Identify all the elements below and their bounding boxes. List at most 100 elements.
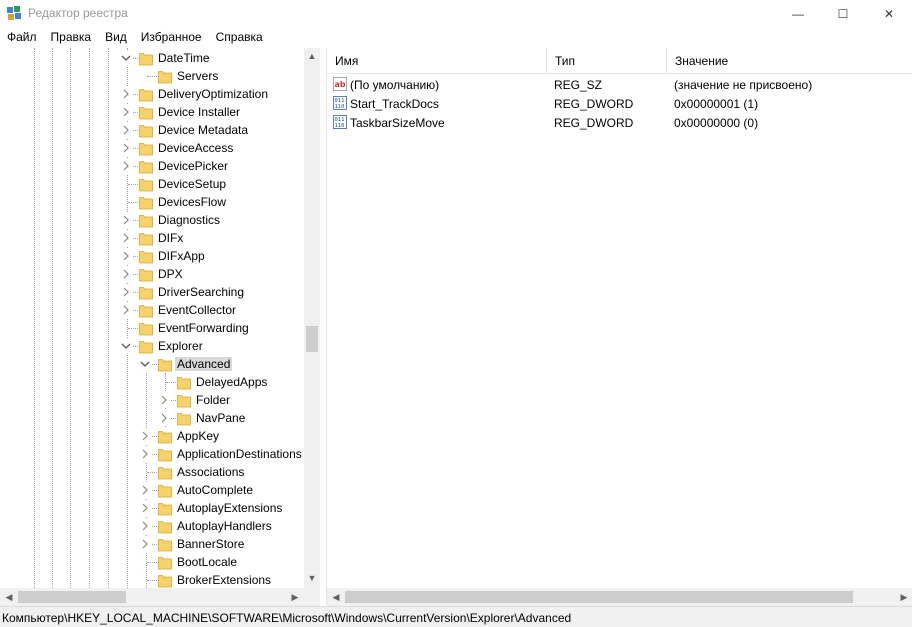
chevron-right-icon[interactable] [120, 266, 132, 282]
tree-item[interactable]: EventForwarding [0, 319, 304, 337]
maximize-button[interactable]: ☐ [820, 0, 866, 28]
folder-icon [158, 356, 172, 372]
tree-horizontal-scrollbar[interactable]: ◀ ▶ [0, 588, 304, 606]
tree-item-label: Folder [196, 393, 231, 407]
tree-vertical-scrollbar[interactable]: ▲ ▼ [304, 48, 320, 588]
tree-item[interactable]: AutoComplete [0, 481, 304, 499]
menu-help[interactable]: Справка [209, 28, 270, 48]
tree-item[interactable]: DateTime [0, 49, 304, 67]
tree-item-label: Associations [177, 465, 245, 479]
tree-item[interactable]: DeliveryOptimization [0, 85, 304, 103]
chevron-right-icon[interactable] [120, 140, 132, 156]
chevron-down-icon[interactable] [120, 50, 132, 66]
column-value-header[interactable]: Значение [667, 48, 912, 74]
tree-vscroll-thumb[interactable] [306, 326, 318, 352]
chevron-right-icon[interactable] [120, 284, 132, 300]
folder-icon [177, 410, 191, 426]
close-button[interactable]: ✕ [866, 0, 912, 28]
tree-item[interactable]: Advanced [0, 355, 304, 373]
list-item[interactable]: ab (По умолчанию) REG_SZ (значение не присв… [327, 75, 912, 94]
folder-icon [139, 302, 153, 318]
column-name-header[interactable]: Имя [327, 48, 547, 74]
chevron-right-icon[interactable] [120, 248, 132, 264]
list-horizontal-scrollbar[interactable]: ◀ ▶ [327, 588, 912, 606]
tree-item[interactable]: AutoplayExtensions [0, 499, 304, 517]
tree-item[interactable]: DevicePicker [0, 157, 304, 175]
chevron-right-icon[interactable] [139, 428, 151, 444]
scroll-up-icon[interactable]: ▲ [304, 48, 320, 64]
tree-item[interactable]: Servers [0, 67, 304, 85]
tree-item[interactable]: DevicesFlow [0, 193, 304, 211]
tree-item[interactable]: EventCollector [0, 301, 304, 319]
tree-item[interactable]: Diagnostics [0, 211, 304, 229]
tree-item-label: ApplicationDestinations [177, 447, 302, 461]
chevron-right-icon[interactable] [139, 500, 151, 516]
menu-edit[interactable]: Правка [44, 28, 99, 48]
tree-item[interactable]: DIFxApp [0, 247, 304, 265]
tree-item-label: AutoplayExtensions [177, 501, 283, 515]
chevron-right-icon[interactable] [139, 518, 151, 534]
chevron-right-icon[interactable] [139, 536, 151, 552]
folder-icon [158, 500, 172, 516]
menu-favorites[interactable]: Избранное [134, 28, 209, 48]
tree-item[interactable]: Device Metadata [0, 121, 304, 139]
chevron-right-icon[interactable] [120, 212, 132, 228]
scroll-down-icon[interactable]: ▼ [304, 570, 320, 586]
registry-tree[interactable]: DateTime Servers DeliveryOptimization Devic… [0, 48, 320, 606]
tree-item-label: Device Installer [158, 105, 241, 119]
chevron-down-icon[interactable] [120, 338, 132, 354]
folder-icon [158, 482, 172, 498]
chevron-right-icon[interactable] [158, 410, 170, 426]
tree-item[interactable]: DIFx [0, 229, 304, 247]
chevron-down-icon[interactable] [139, 356, 151, 372]
tree-item[interactable]: Folder [0, 391, 304, 409]
column-type-header[interactable]: Тип [547, 48, 667, 74]
chevron-right-icon[interactable] [120, 86, 132, 102]
tree-item[interactable]: BrokerExtensions [0, 571, 304, 589]
minimize-button[interactable]: — [775, 0, 821, 28]
tree-item[interactable]: AppKey [0, 427, 304, 445]
scroll-right-icon[interactable]: ▶ [287, 589, 303, 605]
chevron-right-icon[interactable] [120, 302, 132, 318]
tree-item[interactable]: DriverSearching [0, 283, 304, 301]
tree-hscroll-thumb[interactable] [18, 591, 126, 603]
chevron-right-icon[interactable] [120, 230, 132, 246]
tree-item[interactable]: DPX [0, 265, 304, 283]
tree-item[interactable]: DeviceSetup [0, 175, 304, 193]
scrollbar-corner [304, 588, 320, 606]
chevron-right-icon[interactable] [158, 392, 170, 408]
list-item[interactable]: 011 110 TaskbarSizeMove REG_DWORD 0x00000000… [327, 113, 912, 132]
chevron-right-icon[interactable] [120, 122, 132, 138]
scroll-left-icon[interactable]: ◀ [328, 589, 344, 605]
folder-icon [139, 320, 153, 336]
menu-view[interactable]: Вид [98, 28, 134, 48]
tree-item[interactable]: Associations [0, 463, 304, 481]
chevron-right-icon[interactable] [120, 104, 132, 120]
menu-file[interactable]: Файл [0, 28, 44, 48]
close-icon: ✕ [883, 7, 895, 21]
tree-item[interactable]: DeviceAccess [0, 139, 304, 157]
list-hscroll-thumb[interactable] [345, 591, 853, 603]
folder-icon [139, 338, 153, 354]
tree-item[interactable]: DelayedApps [0, 373, 304, 391]
list-item[interactable]: 011 110 Start_TrackDocs REG_DWORD 0x00000001… [327, 94, 912, 113]
tree-item[interactable]: Explorer [0, 337, 304, 355]
tree-item[interactable]: AutoplayHandlers [0, 517, 304, 535]
scroll-left-icon[interactable]: ◀ [1, 589, 17, 605]
tree-item-label: DIFx [158, 231, 184, 245]
minimize-icon: — [792, 7, 804, 21]
chevron-right-icon[interactable] [120, 158, 132, 174]
chevron-right-icon[interactable] [139, 446, 151, 462]
tree-item-label: BootLocale [177, 555, 238, 569]
tree-connector [166, 382, 176, 383]
chevron-right-icon[interactable] [139, 482, 151, 498]
tree-connector [147, 472, 157, 473]
folder-icon [139, 140, 153, 156]
tree-item[interactable]: NavPane [0, 409, 304, 427]
folder-icon [177, 392, 191, 408]
scroll-right-icon[interactable]: ▶ [896, 589, 912, 605]
tree-item[interactable]: ApplicationDestinations [0, 445, 304, 463]
tree-item[interactable]: BannerStore [0, 535, 304, 553]
tree-item[interactable]: BootLocale [0, 553, 304, 571]
tree-item[interactable]: Device Installer [0, 103, 304, 121]
